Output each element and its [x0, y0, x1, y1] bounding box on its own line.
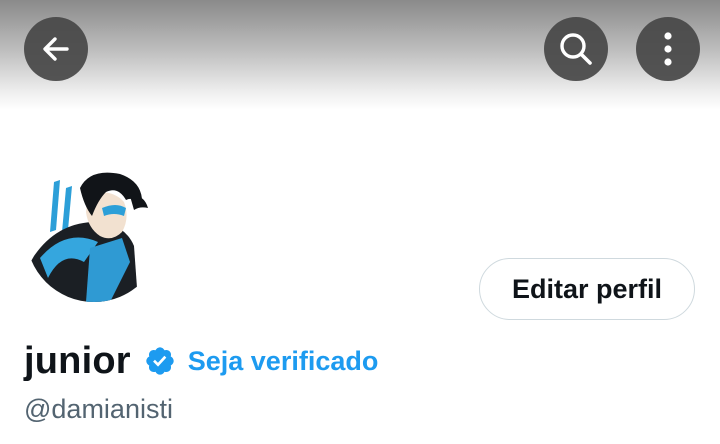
name-row: junior Seja verificado [24, 336, 378, 386]
edit-profile-button[interactable]: Editar perfil [479, 258, 695, 320]
arrow-left-icon [43, 37, 69, 61]
avatar[interactable] [26, 166, 162, 302]
get-verified-link[interactable]: Seja verificado [188, 346, 379, 377]
display-name: junior [24, 339, 131, 382]
search-icon [560, 33, 592, 65]
profile-header-banner [0, 0, 720, 110]
verified-badge-icon[interactable] [144, 345, 176, 377]
search-button[interactable] [544, 17, 608, 81]
back-button[interactable] [24, 17, 88, 81]
user-handle: @damianisti [24, 394, 173, 424]
avatar-illustration [26, 166, 162, 302]
more-vertical-icon [664, 32, 672, 66]
more-options-button[interactable] [636, 17, 700, 81]
